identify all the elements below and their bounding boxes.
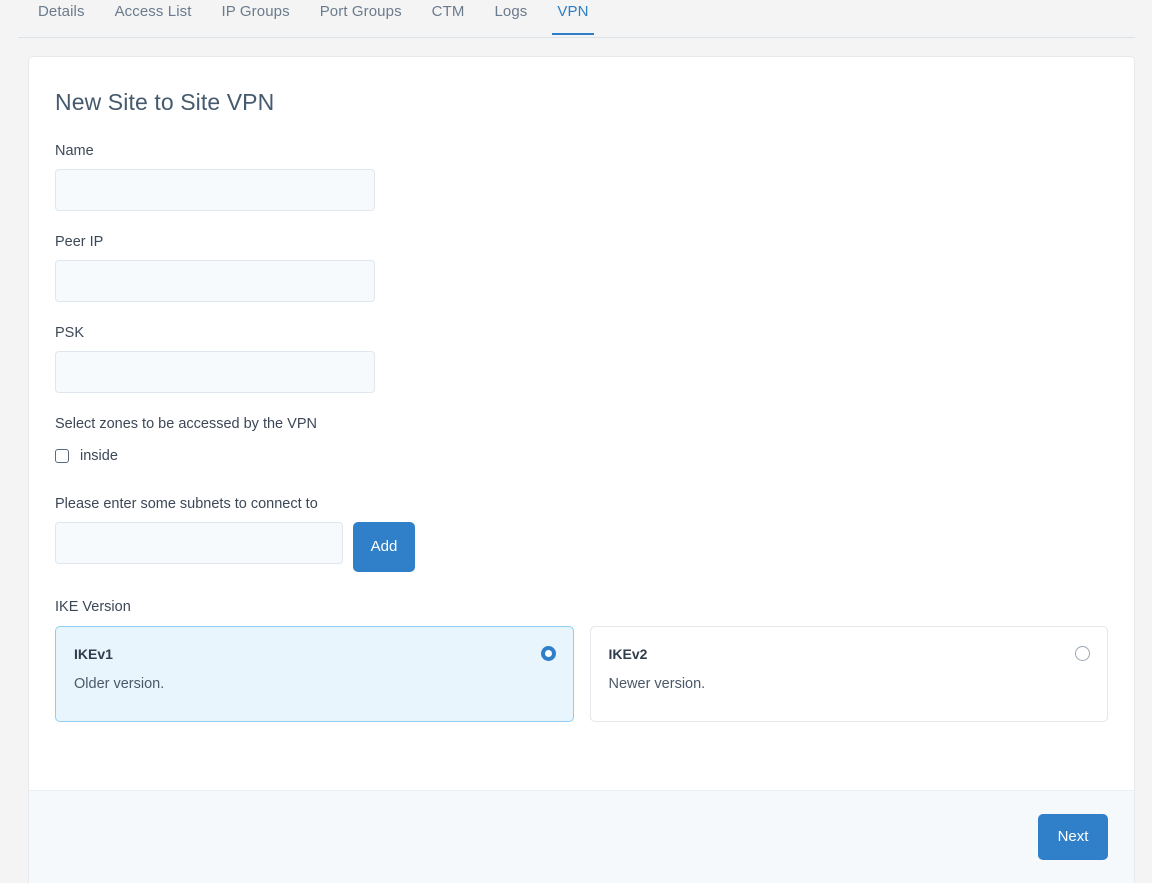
zone-checkbox-row-inside[interactable]: inside bbox=[55, 447, 1108, 465]
ike-option-ikev1-description: Older version. bbox=[74, 676, 165, 692]
card-footer: Next bbox=[29, 790, 1134, 883]
field-peer-ip: Peer IP bbox=[55, 233, 1108, 302]
ike-option-ikev1[interactable]: IKEv1 Older version. bbox=[55, 626, 574, 722]
checkbox-inside-label: inside bbox=[80, 448, 118, 464]
peer-ip-label: Peer IP bbox=[55, 234, 104, 250]
psk-label: PSK bbox=[55, 325, 85, 341]
ike-version-options: IKEv1 Older version. IKEv2 Newer version… bbox=[55, 626, 1108, 722]
psk-input[interactable] bbox=[55, 351, 375, 393]
tab-logs[interactable]: Logs bbox=[494, 0, 527, 35]
tab-port-groups[interactable]: Port Groups bbox=[320, 0, 402, 35]
radio-ikev2[interactable] bbox=[1075, 646, 1090, 661]
add-subnet-button[interactable]: Add bbox=[353, 522, 415, 572]
tab-ctm[interactable]: CTM bbox=[432, 0, 465, 35]
checkbox-inside[interactable] bbox=[55, 449, 69, 463]
radio-ikev1[interactable] bbox=[540, 646, 556, 661]
tab-vpn[interactable]: VPN bbox=[552, 0, 594, 35]
name-input[interactable] bbox=[55, 169, 375, 211]
tab-ip-groups[interactable]: IP Groups bbox=[222, 0, 290, 35]
tab-bar: Details Access List IP Groups Port Group… bbox=[0, 0, 1152, 38]
ike-version-label: IKE Version bbox=[55, 599, 131, 615]
field-name: Name bbox=[55, 142, 1108, 211]
tab-access-list[interactable]: Access List bbox=[115, 0, 192, 35]
peer-ip-input[interactable] bbox=[55, 260, 375, 302]
ike-option-ikev2[interactable]: IKEv2 Newer version. bbox=[589, 626, 1108, 722]
vpn-form-card: New Site to Site VPN Name Peer IP PSK Se… bbox=[28, 56, 1135, 883]
tab-details[interactable]: Details bbox=[38, 0, 85, 35]
name-label: Name bbox=[55, 143, 94, 159]
ike-option-ikev1-title: IKEv1 bbox=[74, 646, 113, 662]
next-button[interactable]: Next bbox=[1038, 814, 1108, 860]
subnets-label: Please enter some subnets to connect to bbox=[55, 496, 318, 512]
subnet-input[interactable] bbox=[55, 522, 343, 564]
tab-bar-divider bbox=[18, 37, 1135, 38]
vpn-form-body: New Site to Site VPN Name Peer IP PSK Se… bbox=[29, 57, 1134, 790]
subnets-row: Add bbox=[55, 522, 1108, 572]
page-title: New Site to Site VPN bbox=[55, 89, 275, 115]
field-psk: PSK bbox=[55, 324, 1108, 393]
ike-option-ikev2-description: Newer version. bbox=[608, 676, 706, 692]
zones-label: Select zones to be accessed by the VPN bbox=[55, 416, 317, 432]
ike-option-ikev2-title: IKEv2 bbox=[608, 646, 648, 662]
